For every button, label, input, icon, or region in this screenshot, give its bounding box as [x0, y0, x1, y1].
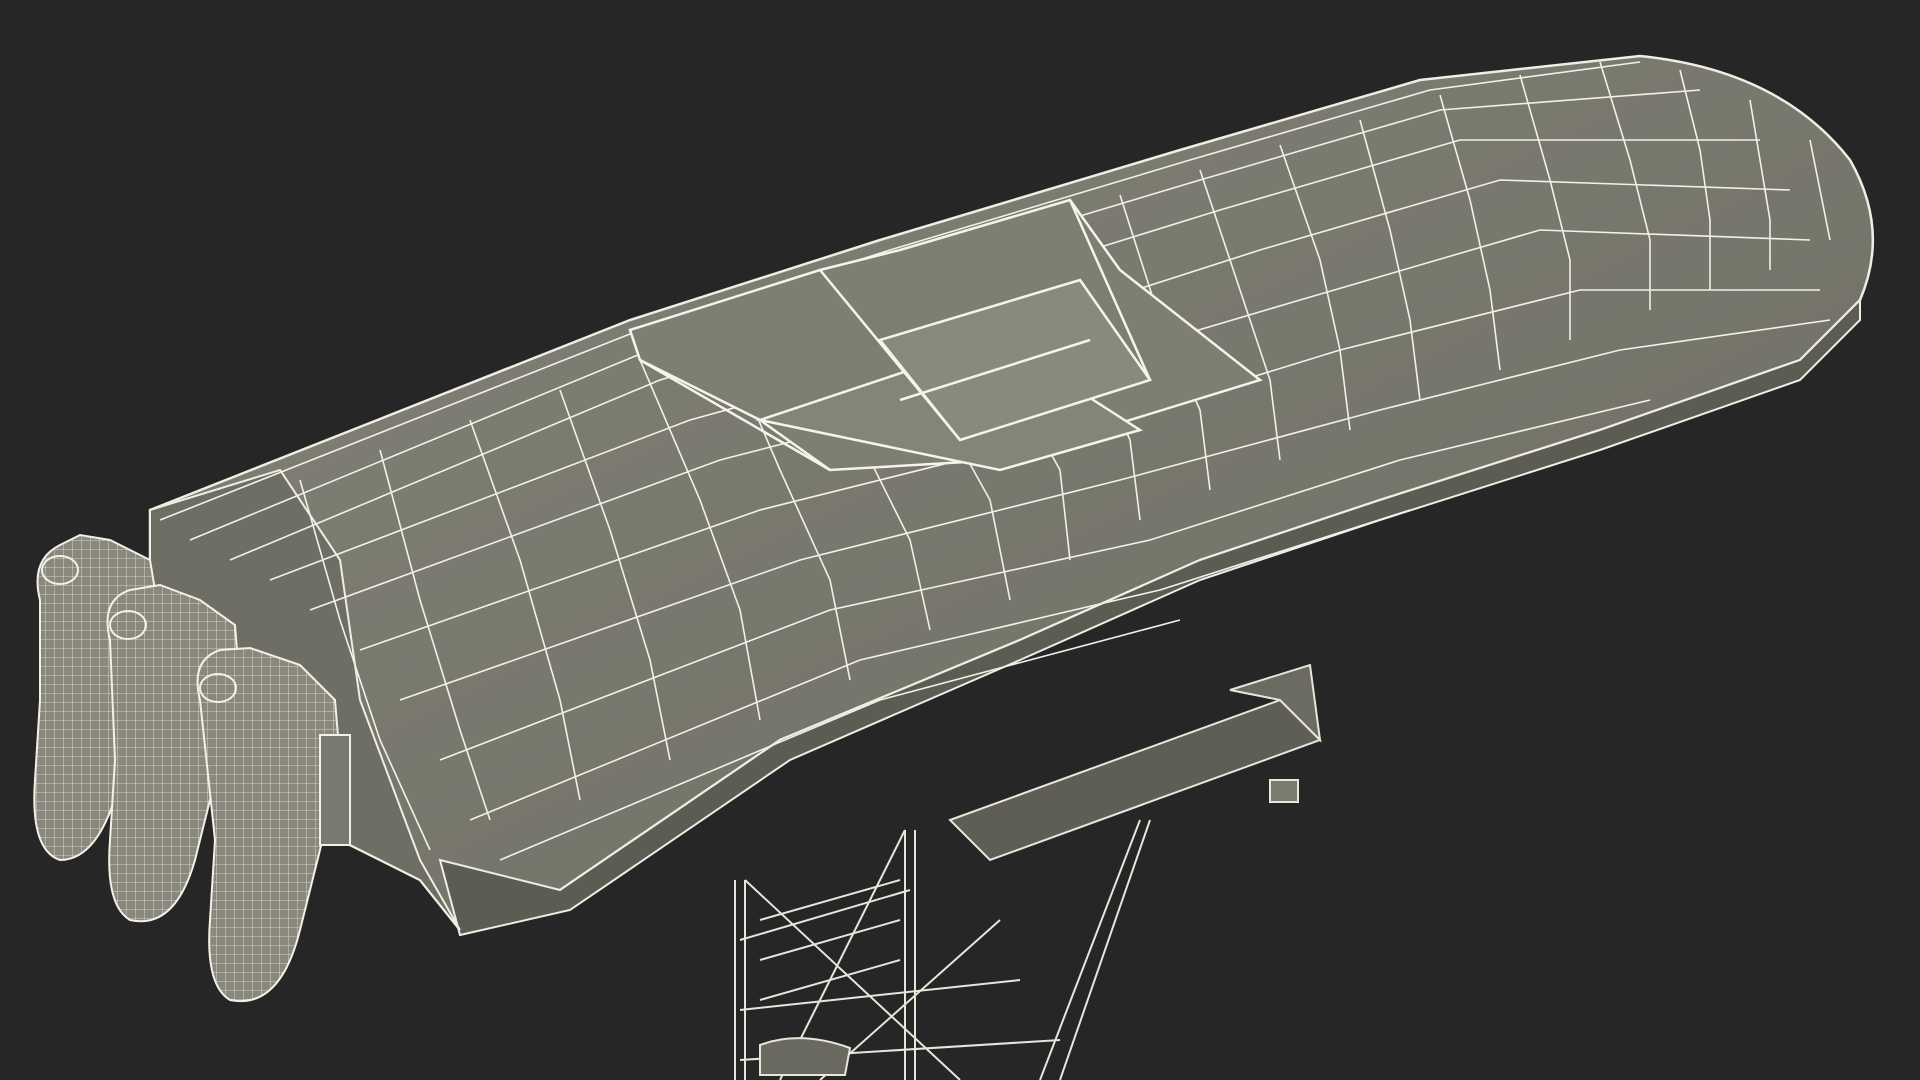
- render-viewport: [0, 0, 1920, 1080]
- outboard-motor-3: [196, 646, 351, 1003]
- wireframe-model-render: [33, 54, 1875, 1080]
